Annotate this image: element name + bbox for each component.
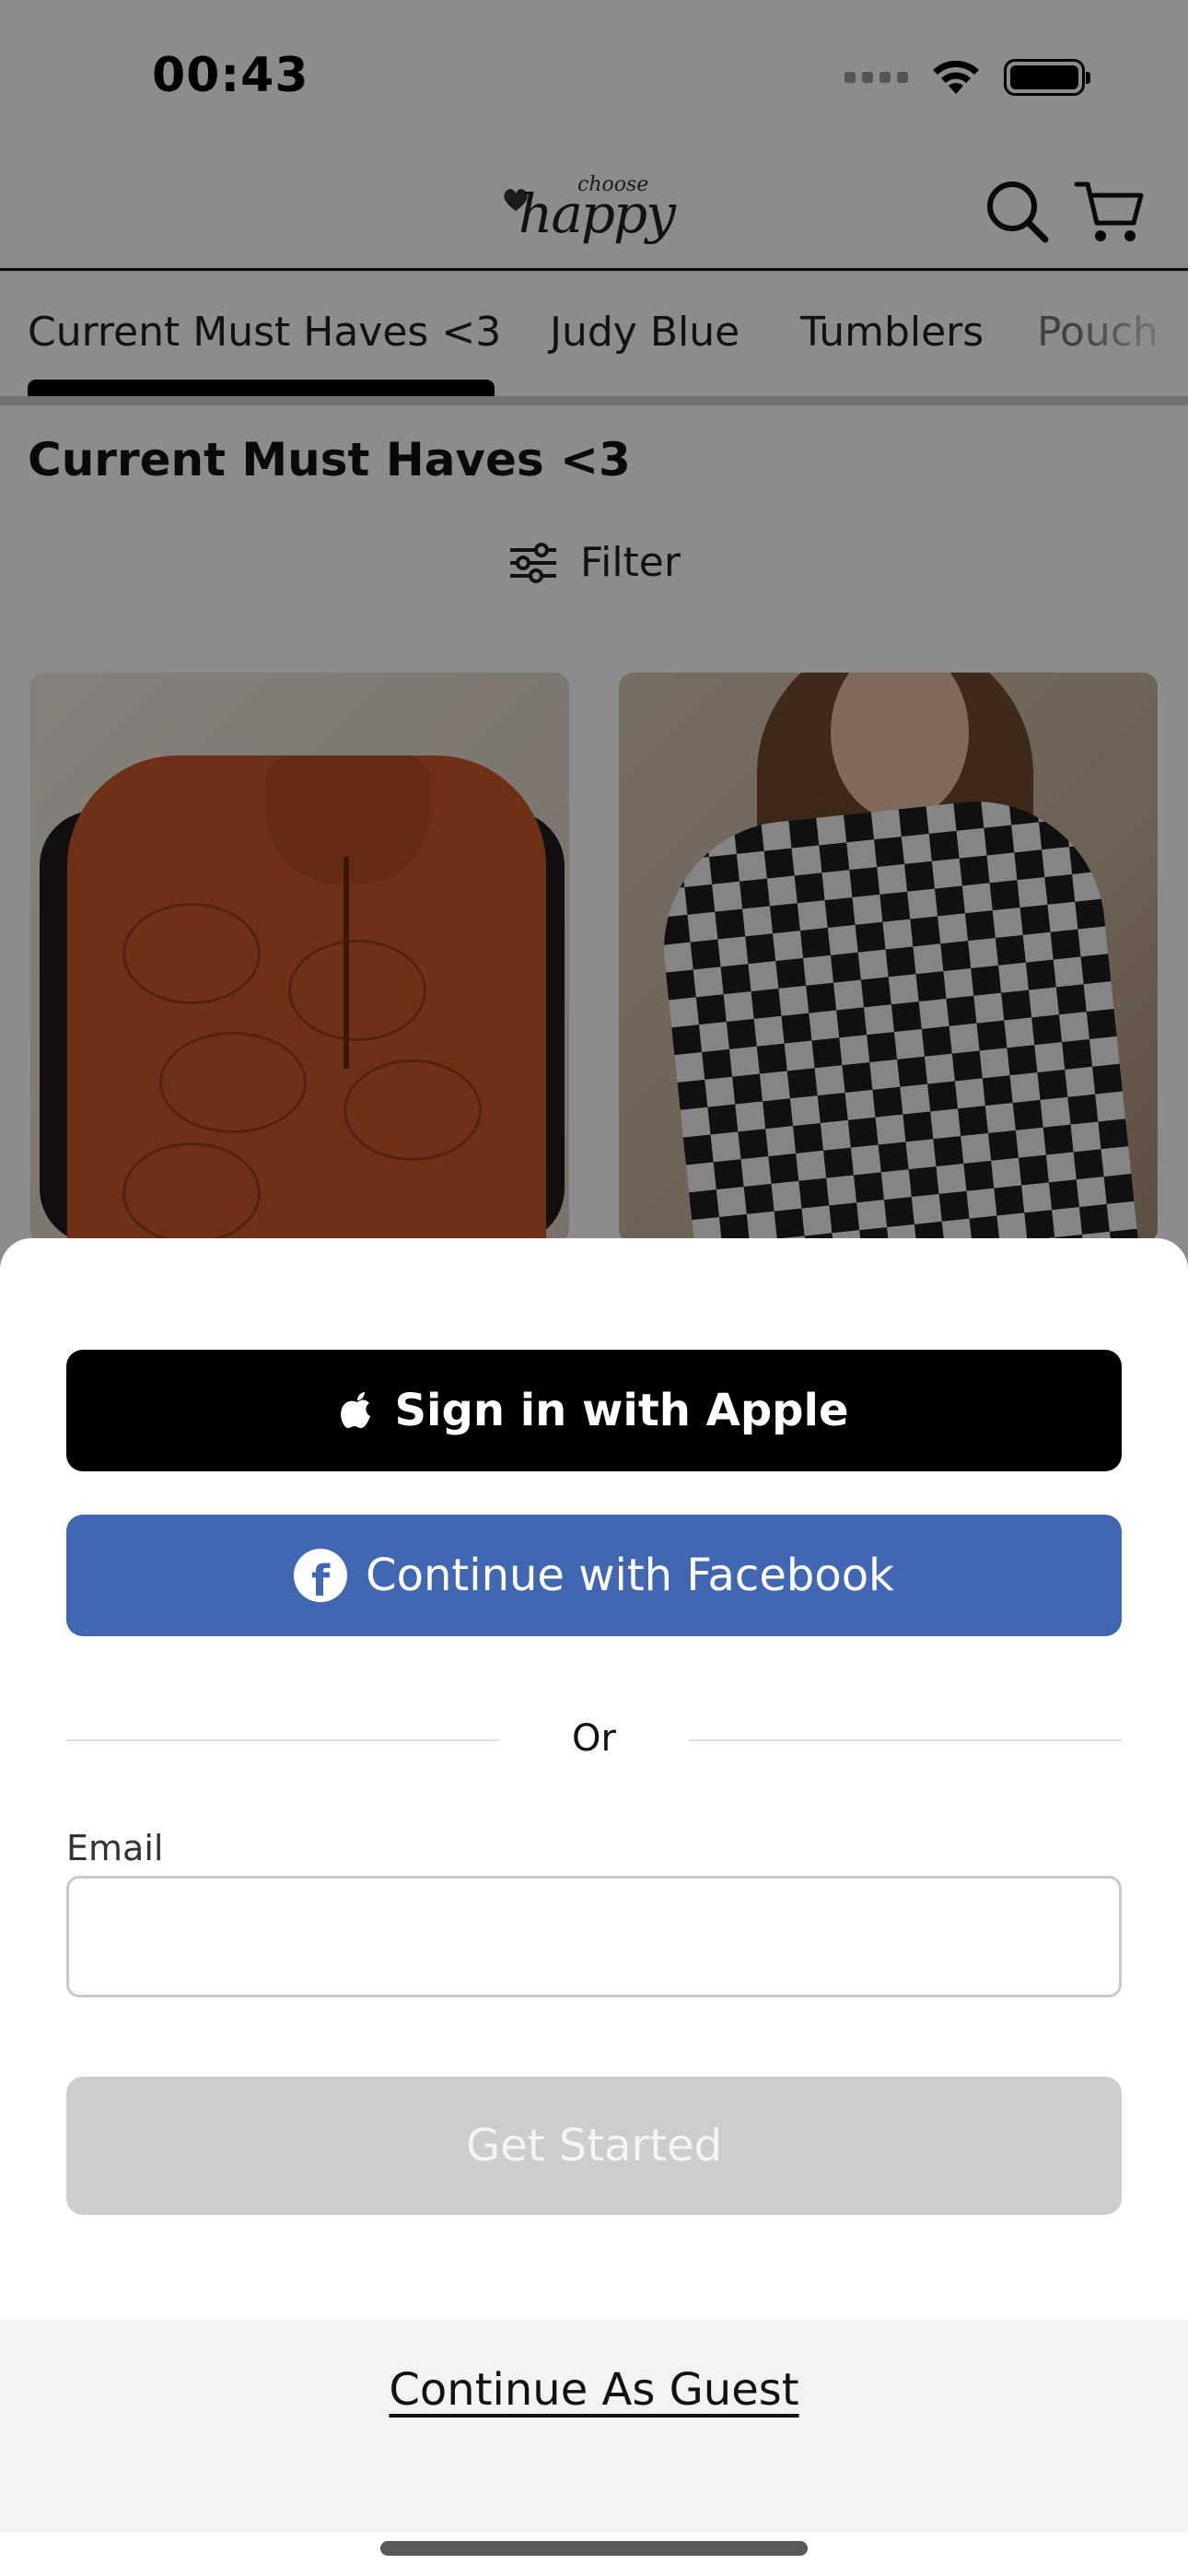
- facebook-logo-icon: f: [294, 1549, 348, 1602]
- continue-as-guest-link[interactable]: Continue As Guest: [0, 2364, 1188, 2416]
- app-screen: 00:43 choose happy Current Must Haves <3…: [0, 0, 1188, 2576]
- email-label: Email: [66, 1828, 164, 1868]
- sign-in-with-apple-button[interactable]: Sign in with Apple: [66, 1350, 1122, 1471]
- home-indicator[interactable]: [380, 2541, 808, 2556]
- facebook-button-label: Continue with Facebook: [366, 1550, 894, 1601]
- apple-logo-icon: [341, 1392, 371, 1428]
- continue-with-facebook-button[interactable]: f Continue with Facebook: [66, 1515, 1122, 1636]
- guest-footer: [0, 2320, 1188, 2532]
- or-separator: Or: [572, 1717, 616, 1760]
- email-field[interactable]: [66, 1876, 1122, 1997]
- sign-in-sheet: Sign in with Apple f Continue with Faceb…: [0, 1238, 1188, 2576]
- get-started-label: Get Started: [465, 2120, 723, 2172]
- get-started-button[interactable]: Get Started: [66, 2077, 1122, 2215]
- apple-button-label: Sign in with Apple: [394, 1385, 849, 1436]
